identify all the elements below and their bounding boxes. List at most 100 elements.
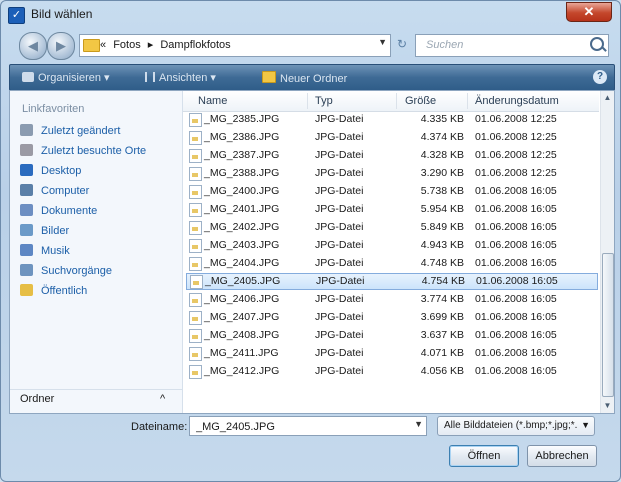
file-name: _MG_2406.JPG [204, 293, 280, 305]
forward-button[interactable]: ▶ [47, 32, 75, 60]
file-name: _MG_2402.JPG [204, 221, 280, 233]
cancel-button[interactable]: Abbrechen [527, 445, 597, 467]
file-name: _MG_2403.JPG [204, 239, 280, 251]
dialog-checkbox-icon: ✓ [8, 7, 25, 24]
nav-item[interactable]: Computer [20, 183, 89, 200]
file-row[interactable]: _MG_2402.JPG JPG-Datei 5.849 KB 01.06.2008 … [186, 220, 596, 236]
jpg-file-icon [189, 167, 202, 181]
organize-button[interactable]: Organisieren ▾ [22, 71, 110, 84]
nav-item[interactable]: Dokumente [20, 203, 97, 220]
nav-item[interactable]: Desktop [20, 163, 81, 180]
file-row[interactable]: _MG_2386.JPG JPG-Datei 4.374 KB 01.06.2008 … [186, 130, 596, 146]
file-row[interactable]: _MG_2405.JPG JPG-Datei 4.754 KB 01.06.2008 … [186, 273, 598, 290]
file-row[interactable]: _MG_2387.JPG JPG-Datei 4.328 KB 01.06.2008 … [186, 148, 596, 164]
file-row[interactable]: _MG_2412.JPG JPG-Datei 4.056 KB 01.06.2008 … [186, 364, 596, 380]
file-date: 01.06.2008 16:05 [475, 293, 557, 305]
nav-item[interactable]: Musik [20, 243, 70, 260]
open-button[interactable]: Öffnen [449, 445, 519, 467]
filename-input[interactable] [194, 418, 398, 436]
column-divider[interactable] [467, 93, 468, 109]
breadcrumb-separator-icon[interactable]: ▸ [148, 39, 154, 51]
recent-docs-icon [20, 124, 33, 136]
nav-item-label: Computer [41, 185, 90, 197]
search-input[interactable]: Suchen [415, 34, 609, 57]
file-row[interactable]: _MG_2407.JPG JPG-Datei 3.699 KB 01.06.2008 … [186, 310, 596, 326]
music-icon [20, 244, 33, 256]
vertical-scrollbar[interactable]: ▲ ▼ [600, 91, 614, 413]
file-size: 4.374 KB [420, 131, 464, 143]
filename-field[interactable]: ▼ [189, 416, 427, 436]
pictures-icon [20, 224, 33, 236]
file-type: JPG-Datei [316, 275, 365, 287]
navigation-pane: Linkfavoriten Zuletzt geändert Zuletzt be… [10, 91, 183, 413]
file-type-value: Alle Bilddateien (*.bmp;*.jpg;*. [444, 420, 578, 431]
jpg-file-icon [189, 113, 202, 127]
column-divider[interactable] [307, 93, 308, 109]
file-name: _MG_2404.JPG [204, 257, 280, 269]
file-size: 4.754 KB [421, 275, 465, 287]
file-row[interactable]: _MG_2408.JPG JPG-Datei 3.637 KB 01.06.2008 … [186, 328, 596, 344]
file-size: 5.849 KB [420, 221, 464, 233]
back-button[interactable]: ◀ [19, 32, 47, 60]
file-name: _MG_2405.JPG [205, 275, 281, 287]
file-list: Name Typ Größe Änderungsdatum _MG_2385.J… [183, 91, 614, 413]
search-icon[interactable] [590, 37, 604, 51]
new-folder-button[interactable]: Neuer Ordner [262, 71, 347, 85]
file-date: 01.06.2008 16:05 [475, 257, 557, 269]
file-date: 01.06.2008 16:05 [475, 347, 557, 359]
jpg-file-icon [189, 131, 202, 145]
scroll-up-icon[interactable]: ▲ [601, 91, 614, 105]
file-row[interactable]: _MG_2385.JPG JPG-Datei 4.335 KB 01.06.2008 … [186, 112, 596, 128]
file-row[interactable]: _MG_2411.JPG JPG-Datei 4.071 KB 01.06.2008 … [186, 346, 596, 362]
jpg-file-icon [189, 347, 202, 361]
breadcrumb-overflow[interactable]: « [100, 39, 106, 51]
refresh-icon[interactable]: ↻ [393, 35, 411, 53]
file-type: JPG-Datei [315, 311, 364, 323]
column-divider[interactable] [396, 93, 397, 109]
nav-item-label: Zuletzt geändert [41, 125, 121, 137]
file-row[interactable]: _MG_2400.JPG JPG-Datei 5.738 KB 01.06.2008 … [186, 184, 596, 200]
file-date: 01.06.2008 16:05 [475, 329, 557, 341]
breadcrumb-fotos[interactable]: Fotos [113, 39, 141, 51]
nav-item[interactable]: Suchvorgänge [20, 263, 112, 280]
nav-item-label: Bilder [41, 225, 70, 237]
file-open-dialog: ✓ Bild wählen ✕ ◀ ▶ « Fotos ▸ Dampflokfo… [0, 0, 621, 482]
file-name: _MG_2400.JPG [204, 185, 280, 197]
file-row[interactable]: _MG_2403.JPG JPG-Datei 4.943 KB 01.06.2008 … [186, 238, 596, 254]
file-row[interactable]: _MG_2406.JPG JPG-Datei 3.774 KB 01.06.2008 … [186, 292, 596, 308]
nav-item[interactable]: Zuletzt besuchte Orte [20, 143, 146, 160]
file-row[interactable]: _MG_2388.JPG JPG-Datei 3.290 KB 01.06.2008 … [186, 166, 596, 182]
nav-item[interactable]: Öffentlich [20, 283, 87, 300]
file-row[interactable]: _MG_2401.JPG JPG-Datei 5.954 KB 01.06.2008 … [186, 202, 596, 218]
close-button[interactable]: ✕ [566, 2, 612, 22]
file-date: 01.06.2008 12:25 [475, 149, 557, 161]
title-bar[interactable]: ✓ Bild wählen ✕ [1, 1, 620, 27]
column-date[interactable]: Änderungsdatum [475, 95, 559, 107]
back-arrow-icon: ◀ [28, 38, 38, 53]
folders-toggle[interactable]: Ordner ^ [10, 389, 182, 412]
filename-dropdown-icon[interactable]: ▼ [414, 419, 423, 429]
documents-icon [20, 204, 33, 216]
file-date: 01.06.2008 16:05 [475, 365, 557, 377]
nav-item[interactable]: Zuletzt geändert [20, 123, 121, 140]
file-size: 4.943 KB [420, 239, 464, 251]
file-name: _MG_2385.JPG [204, 113, 280, 125]
nav-item[interactable]: Bilder [20, 223, 69, 240]
views-button[interactable]: Ansichten ▾ [145, 71, 216, 84]
address-dropdown-icon[interactable]: ▼ [378, 37, 387, 47]
file-row[interactable]: _MG_2404.JPG JPG-Datei 4.748 KB 01.06.2008 … [186, 256, 596, 272]
desktop-icon [20, 164, 33, 176]
file-type: JPG-Datei [315, 167, 364, 179]
browser-content: Linkfavoriten Zuletzt geändert Zuletzt be… [9, 90, 615, 414]
file-type-select[interactable]: Alle Bilddateien (*.bmp;*.jpg;*. ▼ [437, 416, 595, 436]
scroll-down-icon[interactable]: ▼ [601, 399, 614, 413]
public-folder-icon [20, 284, 33, 296]
computer-icon [20, 184, 33, 196]
column-size[interactable]: Größe [405, 95, 436, 107]
column-type[interactable]: Typ [315, 95, 333, 107]
help-icon[interactable]: ? [593, 70, 607, 84]
scroll-thumb[interactable] [602, 253, 614, 397]
breadcrumb-dampflokfotos[interactable]: Dampflokfotos [160, 39, 230, 51]
column-name[interactable]: Name [198, 95, 227, 107]
address-bar[interactable]: « Fotos ▸ Dampflokfotos ▼ [79, 34, 391, 57]
